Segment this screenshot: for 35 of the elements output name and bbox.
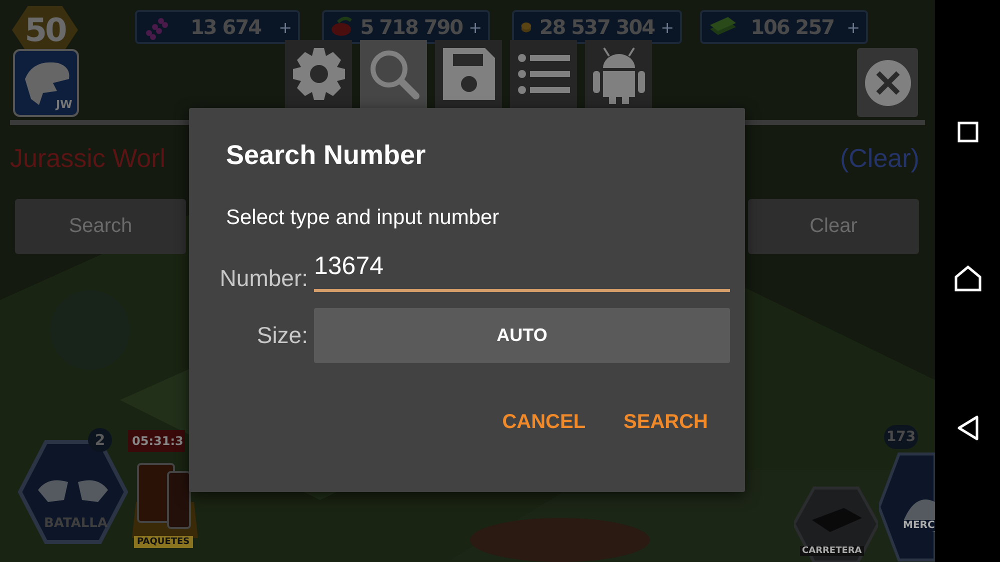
resource-value: 5 718 790 [360, 15, 463, 39]
home-button[interactable] [954, 265, 982, 292]
plus-sign[interactable]: + [278, 18, 292, 36]
search-button[interactable]: SEARCH [624, 411, 708, 434]
resource-value: 13 674 [190, 15, 262, 39]
recents-button[interactable] [956, 121, 978, 144]
dialog-title: Search Number [226, 140, 427, 171]
number-field[interactable]: 13674 [314, 248, 730, 292]
market-label: MERC [902, 520, 935, 531]
android-button[interactable] [585, 40, 652, 108]
timer-badge: 05:31:3 [128, 430, 186, 452]
search-button[interactable]: Search [15, 199, 186, 254]
logo-text: JW [56, 98, 72, 111]
field-label: Number: [218, 265, 308, 292]
field-label: Size: [256, 322, 308, 349]
save-button[interactable] [435, 40, 502, 108]
logo-icon[interactable] [13, 49, 79, 117]
road-label: CARRETERA [800, 546, 864, 556]
resource-value: 106 257 [750, 15, 836, 39]
back-button[interactable] [956, 414, 978, 441]
close-button[interactable] [857, 48, 918, 117]
packs-label: PAQUETES [134, 536, 193, 548]
resource-value: 28 537 304 [539, 15, 655, 39]
plus-sign[interactable]: + [660, 18, 674, 36]
settings-button[interactable] [285, 40, 352, 108]
plus-sign[interactable]: + [846, 18, 860, 36]
app-title: Jurassic Worl [10, 143, 166, 174]
dialog-message: Select type and input number [226, 206, 500, 230]
plus-sign[interactable]: + [468, 18, 482, 36]
clear-button[interactable]: Clear [748, 199, 919, 254]
size-dropdown[interactable]: AUTO [314, 308, 730, 363]
list-button[interactable] [510, 40, 577, 108]
road-icon[interactable] [794, 486, 878, 562]
cancel-button[interactable]: CANCEL [502, 411, 586, 434]
search-tab[interactable] [360, 40, 427, 108]
